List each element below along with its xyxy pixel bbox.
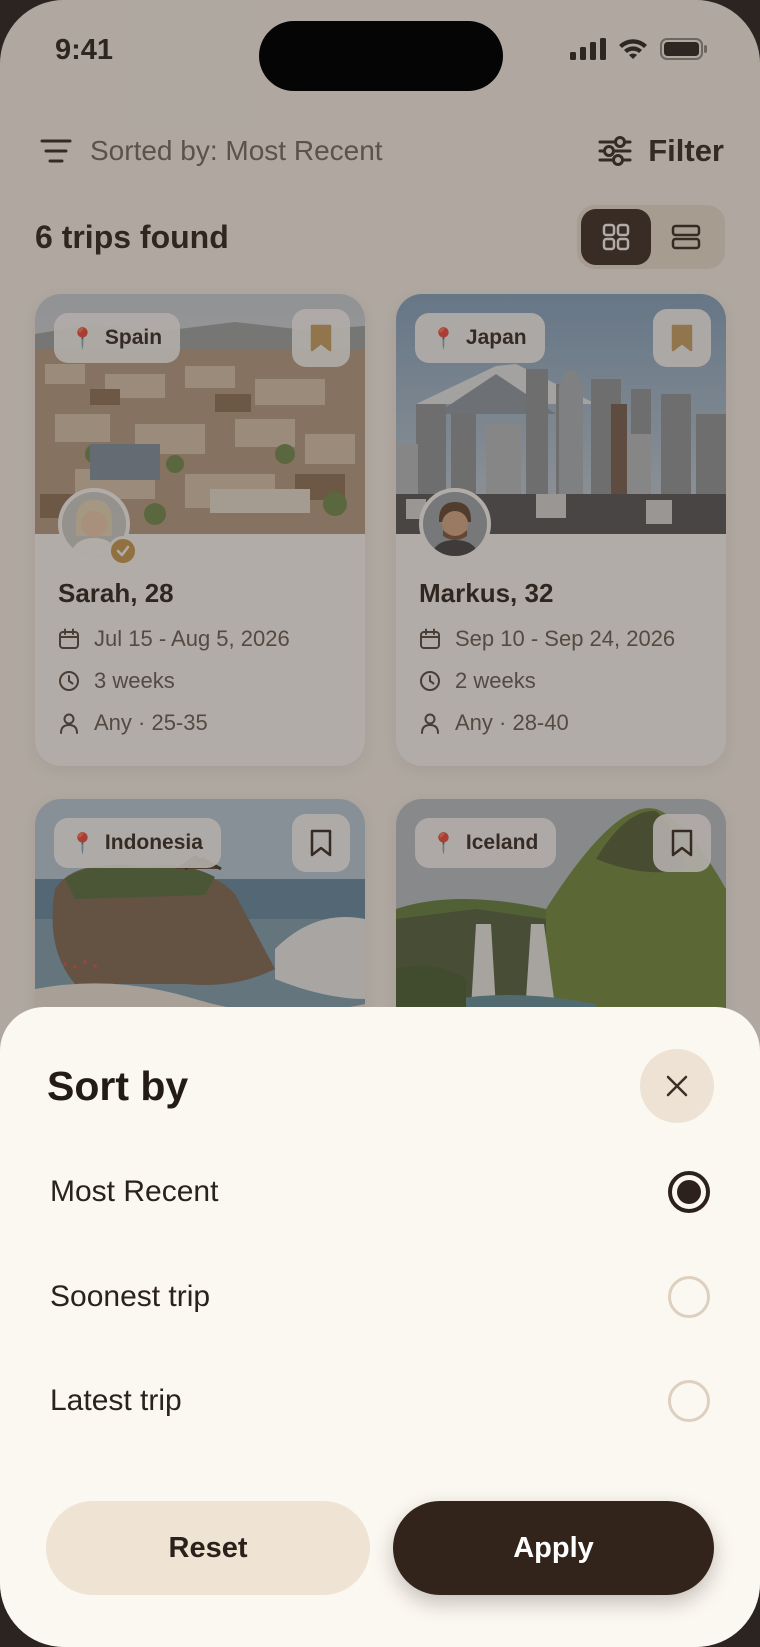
sort-option-soonest-trip[interactable]: Soonest trip [50,1265,710,1329]
sort-bottom-sheet: Sort by Most Recent Soonest trip Latest … [0,1007,760,1647]
close-icon [666,1075,688,1097]
dynamic-island [259,21,503,91]
sort-option-latest-trip[interactable]: Latest trip [50,1369,710,1433]
option-label: Soonest trip [50,1280,211,1313]
sort-option-most-recent[interactable]: Most Recent [50,1160,710,1224]
option-label: Latest trip [50,1384,182,1417]
radio-selected[interactable] [668,1171,710,1213]
apply-button[interactable]: Apply [393,1501,714,1595]
radio-unselected[interactable] [668,1276,710,1318]
radio-unselected[interactable] [668,1380,710,1422]
option-label: Most Recent [50,1175,219,1208]
close-button[interactable] [640,1049,714,1123]
reset-button[interactable]: Reset [46,1501,370,1595]
phone-screen: 9:41 Sorted by: Most Recent Filter 6 tri… [0,0,760,1647]
sheet-title: Sort by [47,1063,189,1109]
